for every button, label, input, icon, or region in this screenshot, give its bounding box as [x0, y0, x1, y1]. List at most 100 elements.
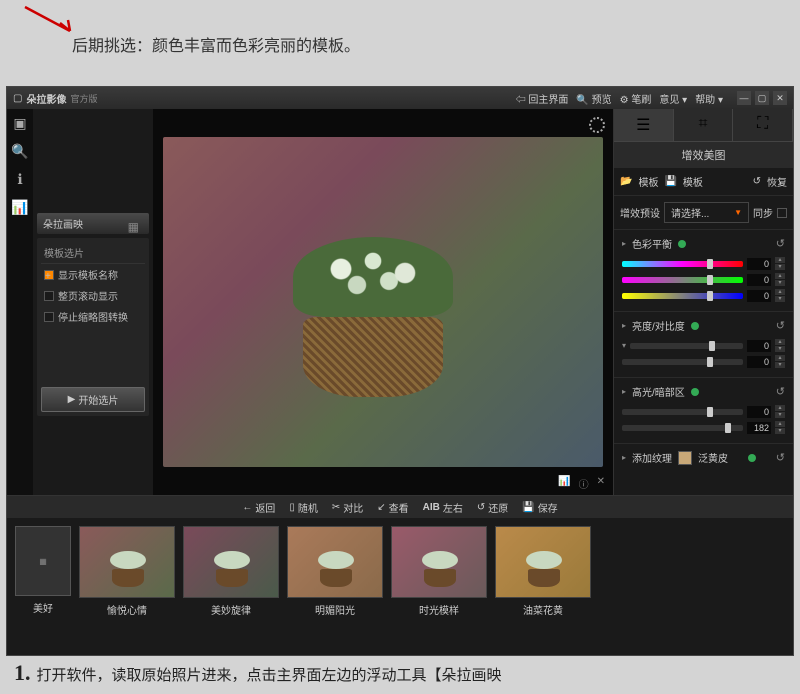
- compare-button[interactable]: ✂ 对比: [332, 500, 363, 515]
- info-icon[interactable]: ⓘ: [579, 476, 589, 491]
- reset-icon[interactable]: ↺: [776, 385, 785, 398]
- histogram-tool-icon[interactable]: 📊: [12, 199, 28, 215]
- close-canvas-icon[interactable]: ✕: [597, 476, 605, 491]
- filmstrip-icon[interactable]: ▦: [128, 220, 139, 234]
- original-thumbnail[interactable]: ▦: [15, 526, 71, 596]
- preset-thumbnail-4[interactable]: [391, 526, 487, 598]
- shadow-slider[interactable]: [622, 425, 743, 431]
- open-template-icon[interactable]: 📂: [620, 176, 632, 187]
- preset-label-2: 美妙旋律: [183, 602, 279, 617]
- brightness-contrast-group: ▸ 亮度/对比度 ↺ ▾0▴▾ 0▴▾: [614, 311, 793, 377]
- back-button[interactable]: ← 返回: [242, 500, 275, 515]
- highlight-label: 高光/暗部区: [632, 384, 685, 399]
- step-instruction: 1. 打开软件，读取原始照片进来，点击主界面左边的浮动工具【朵拉画映: [14, 660, 502, 686]
- info-tool-icon[interactable]: ℹ: [12, 171, 28, 187]
- preset-label-3: 明媚阳光: [287, 602, 383, 617]
- fullscreen-tab[interactable]: ⛶: [733, 109, 793, 141]
- right-panel-title: 增效美图: [614, 142, 793, 168]
- loading-spinner-icon: [589, 117, 605, 133]
- checkbox-icon: +: [44, 270, 54, 280]
- reset-icon[interactable]: ↺: [776, 319, 785, 332]
- annotation-text: 后期挑选：颜色丰富而色彩亮丽的模板。: [72, 32, 360, 56]
- minimize-button[interactable]: —: [737, 91, 751, 105]
- canvas-area: 📊 ⓘ ✕: [153, 109, 613, 495]
- texture-name: 泛黄皮: [698, 450, 728, 465]
- preset-thumbnail-2[interactable]: [183, 526, 279, 598]
- expand-icon[interactable]: ▸: [622, 453, 626, 462]
- preset-thumbnail-5[interactable]: [495, 526, 591, 598]
- texture-swatch[interactable]: [678, 451, 692, 465]
- color-balance-group: ▸ 色彩平衡 ↺ 0▴▾ 0▴▾ 0▴▾: [614, 229, 793, 311]
- sync-checkbox[interactable]: [777, 208, 787, 218]
- home-button[interactable]: ⇦ 回主界面: [516, 91, 569, 106]
- increment-button[interactable]: ▴: [775, 257, 785, 263]
- maximize-button[interactable]: ▢: [755, 91, 769, 105]
- template-select-header: 模板选片: [41, 242, 145, 264]
- crop-tab[interactable]: ⌗: [674, 109, 734, 141]
- expand-icon[interactable]: ▸: [622, 239, 626, 248]
- app-edition: 官方版: [70, 92, 97, 105]
- status-dot-icon: [691, 388, 699, 396]
- brightness-label: 亮度/对比度: [632, 318, 685, 333]
- main-image[interactable]: [163, 137, 603, 467]
- crop-icon: ⌗: [695, 115, 711, 127]
- left-panel-header: 朵拉画映 ▦: [37, 213, 149, 234]
- start-selection-button[interactable]: ▶ 开始选片: [41, 387, 145, 412]
- collapse-icon[interactable]: ▾: [622, 341, 626, 350]
- save-template-label[interactable]: 模板: [683, 174, 703, 189]
- stop-thumbnail-checkbox[interactable]: 停止缩略图转换: [41, 306, 145, 327]
- preset-label-1: 愉悦心情: [79, 602, 175, 617]
- zoom-tool-icon[interactable]: 🔍: [12, 143, 28, 159]
- restore-icon[interactable]: ↺: [753, 176, 761, 187]
- help-button[interactable]: 帮助 ▾: [695, 91, 723, 106]
- left-toolbar: ▣ 🔍 ℹ 📊: [7, 109, 33, 495]
- brightness-slider[interactable]: [630, 343, 743, 349]
- ab-button[interactable]: AIB 左右: [423, 500, 463, 515]
- decrement-button[interactable]: ▾: [775, 264, 785, 270]
- highlight-slider[interactable]: [622, 409, 743, 415]
- preset-thumbnail-1[interactable]: [79, 526, 175, 598]
- adjust-tab[interactable]: ☰: [614, 109, 674, 141]
- reset-icon[interactable]: ↺: [776, 237, 785, 250]
- brush-button[interactable]: ⚙ 笔刷: [620, 91, 652, 106]
- feedback-button[interactable]: 意见 ▾: [659, 91, 687, 106]
- play-icon: ▶: [68, 394, 76, 405]
- save-button[interactable]: 💾 保存: [522, 500, 557, 515]
- restore-label[interactable]: 恢复: [767, 174, 787, 189]
- color-balance-label: 色彩平衡: [632, 236, 672, 251]
- titlebar: ▢ 朵拉影像 官方版 ⇦ 回主界面 🔍 预览 ⚙ 笔刷 意见 ▾ 帮助 ▾ — …: [7, 87, 793, 109]
- close-button[interactable]: ✕: [773, 91, 787, 105]
- image-tool-icon[interactable]: ▣: [12, 115, 28, 131]
- status-dot-icon: [678, 240, 686, 248]
- show-template-name-checkbox[interactable]: + 显示模板名称: [41, 264, 145, 285]
- expand-icon[interactable]: ▸: [622, 321, 626, 330]
- left-panel: 朵拉画映 ▦ 模板选片 + 显示模板名称 整页滚动显示 停止缩略图: [33, 209, 153, 420]
- status-dot-icon: [748, 454, 756, 462]
- yellow-blue-slider[interactable]: [622, 293, 743, 299]
- magenta-green-slider[interactable]: [622, 277, 743, 283]
- open-template-label[interactable]: 模板: [638, 174, 658, 189]
- random-button[interactable]: ▯ 随机: [289, 500, 318, 515]
- app-name: 朵拉影像: [26, 91, 66, 106]
- sync-label: 同步: [753, 205, 773, 220]
- expand-icon[interactable]: ▸: [622, 387, 626, 396]
- restore-button[interactable]: ↺ 还原: [477, 500, 508, 515]
- chevron-down-icon: ▼: [734, 208, 742, 217]
- view-button[interactable]: ↙ 查看: [377, 500, 408, 515]
- page-scroll-checkbox[interactable]: 整页滚动显示: [41, 285, 145, 306]
- status-dot-icon: [691, 322, 699, 330]
- highlight-shadow-group: ▸ 高光/暗部区 ↺ 0▴▾ 182▴▾: [614, 377, 793, 443]
- preset-thumbnail-3[interactable]: [287, 526, 383, 598]
- preset-label-4: 时光模样: [391, 602, 487, 617]
- sliders-icon: ☰: [635, 115, 651, 127]
- save-template-icon[interactable]: 💾: [664, 176, 676, 187]
- reset-icon[interactable]: ↺: [776, 451, 785, 464]
- bottom-bar: ← 返回 ▯ 随机 ✂ 对比 ↙ 查看 AIB 左右 ↺ 还原 💾 保存 ▦ 美…: [7, 495, 793, 655]
- contrast-slider[interactable]: [622, 359, 743, 365]
- preview-button[interactable]: 🔍 预览: [576, 91, 611, 106]
- app-window: ▢ 朵拉影像 官方版 ⇦ 回主界面 🔍 预览 ⚙ 笔刷 意见 ▾ 帮助 ▾ — …: [6, 86, 794, 656]
- cyan-red-slider[interactable]: [622, 261, 743, 267]
- checkbox-icon: [44, 312, 54, 322]
- histogram-icon[interactable]: 📊: [558, 476, 570, 491]
- preset-dropdown[interactable]: 请选择...▼: [664, 202, 749, 223]
